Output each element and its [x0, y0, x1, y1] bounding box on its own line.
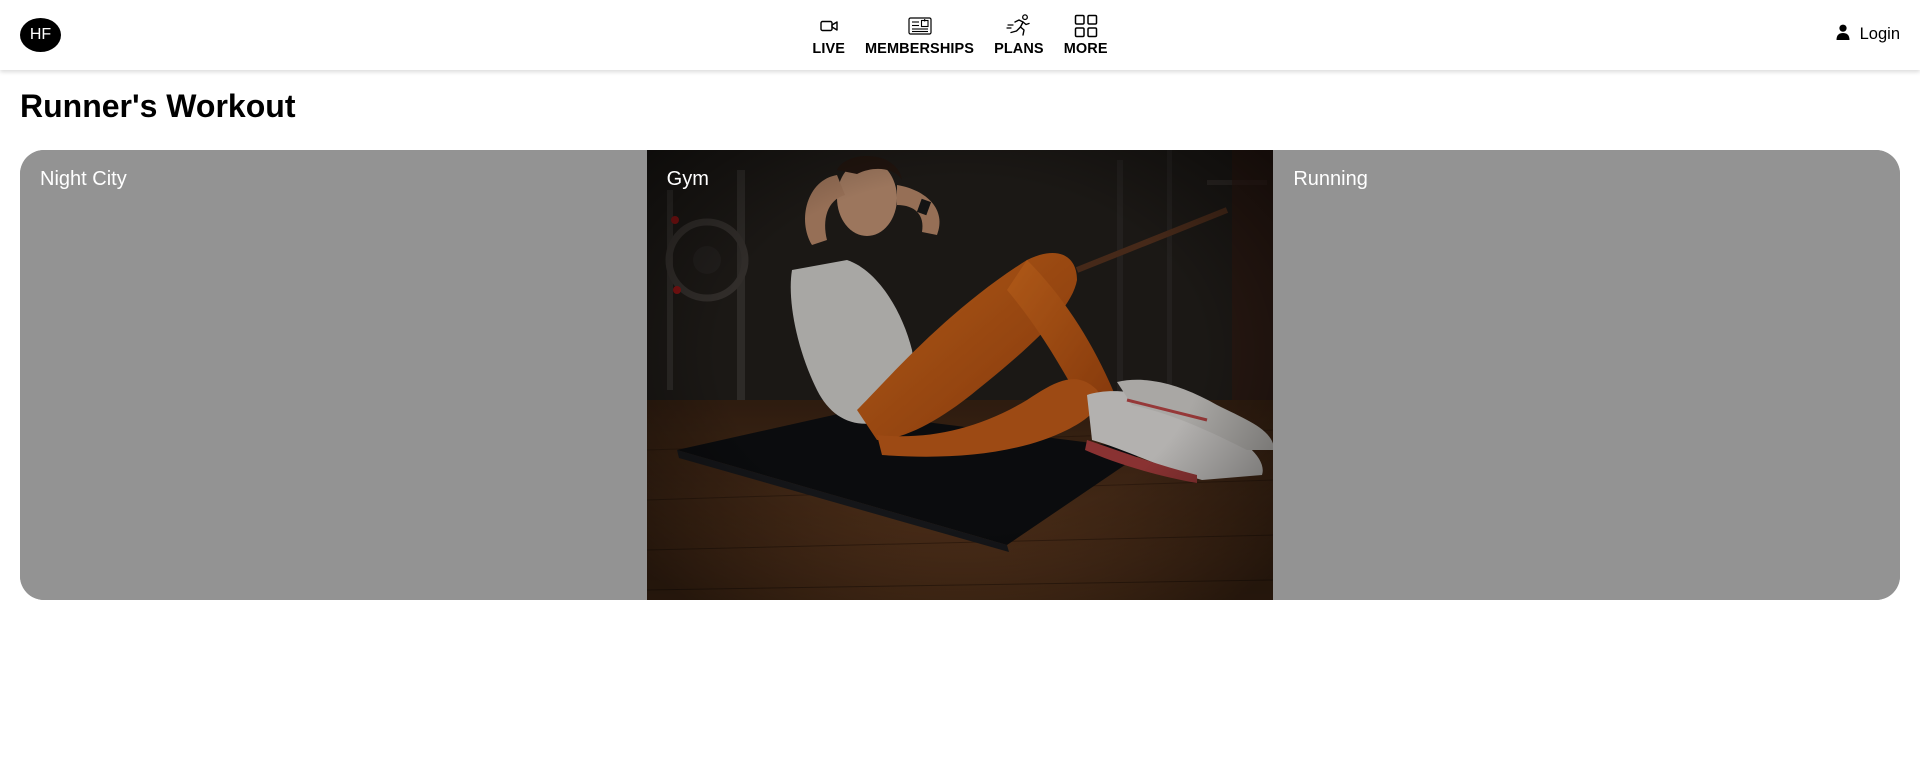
nav-item-memberships[interactable]: MEMBERSHIPS: [865, 0, 974, 70]
page-title: Runner's Workout: [20, 88, 296, 124]
nav-item-more[interactable]: MORE: [1064, 0, 1108, 70]
category-card-night-city[interactable]: Night City: [20, 150, 647, 600]
nav-item-live[interactable]: LIVE: [812, 0, 845, 70]
category-card-label: Gym: [666, 168, 709, 190]
top-navigation-bar: HF LIVE MEMBERSHIPS PLANS MORE Login: [0, 0, 1920, 70]
login-label: Login: [1859, 24, 1900, 43]
workout-category-carousel: Night City Gym Running: [20, 150, 1900, 600]
nav-item-plans[interactable]: PLANS: [994, 0, 1044, 70]
nav-label-more: MORE: [1063, 41, 1108, 57]
logo-badge[interactable]: HF: [20, 18, 61, 52]
membership-card-icon: [907, 13, 932, 39]
grid-icon: [1074, 13, 1098, 39]
running-person-icon: [1006, 13, 1032, 39]
nav-label-live: LIVE: [812, 41, 845, 57]
nav-label-plans: PLANS: [994, 41, 1044, 57]
video-camera-icon: [819, 13, 838, 39]
logo-text: HF: [29, 26, 52, 43]
category-card-running[interactable]: Running: [1273, 150, 1900, 600]
main-nav: LIVE MEMBERSHIPS PLANS MORE: [0, 0, 1920, 70]
nav-label-memberships: MEMBERSHIPS: [865, 41, 975, 57]
user-icon: [1836, 24, 1850, 45]
category-card-gym[interactable]: Gym: [646, 150, 1274, 600]
category-card-label: Running: [1293, 168, 1368, 190]
category-card-label: Night City: [40, 168, 127, 190]
login-button[interactable]: Login: [1836, 22, 1900, 46]
gym-photo: [646, 150, 1274, 600]
